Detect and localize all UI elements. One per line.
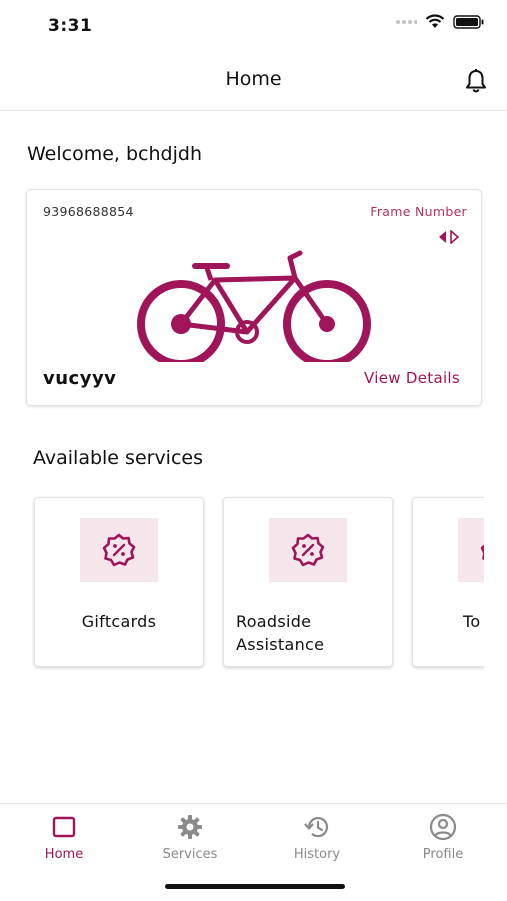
swap-arrows-icon[interactable] bbox=[437, 230, 461, 244]
service-label: Roadside Assistance bbox=[236, 612, 325, 654]
discount-badge-icon bbox=[291, 533, 325, 567]
tab-label: Home bbox=[44, 847, 84, 862]
nav-header: Home bbox=[0, 54, 507, 111]
discount-badge-icon bbox=[480, 544, 484, 560]
service-label: To bbox=[463, 612, 481, 631]
services-section-title: Available services bbox=[33, 447, 203, 469]
tab-label: Services bbox=[162, 847, 218, 862]
user-circle-icon bbox=[429, 813, 457, 841]
status-time: 3:31 bbox=[48, 16, 93, 36]
page-title: Home bbox=[225, 68, 282, 90]
view-details-link[interactable]: View Details bbox=[364, 369, 460, 387]
tab-label: History bbox=[293, 847, 341, 862]
status-icons bbox=[395, 14, 485, 29]
service-icon-box bbox=[269, 518, 347, 582]
tab-services[interactable]: Services bbox=[140, 814, 240, 862]
service-label: Giftcards bbox=[81, 612, 157, 631]
history-icon bbox=[304, 817, 329, 838]
signal-dots-icon bbox=[396, 19, 417, 24]
service-card-partial[interactable]: To bbox=[412, 497, 484, 667]
tab-profile[interactable]: Profile bbox=[393, 813, 493, 862]
bike-serial: 93968688854 bbox=[43, 204, 134, 219]
tab-home[interactable]: Home bbox=[14, 814, 114, 862]
bike-card[interactable]: 93968688854 Frame Number vucyyv View Det… bbox=[26, 189, 482, 406]
bike-name: vucyyv bbox=[43, 368, 117, 389]
bell-icon[interactable] bbox=[465, 68, 487, 94]
gear-icon bbox=[178, 815, 202, 839]
service-icon-box bbox=[458, 518, 484, 582]
services-carousel[interactable]: Giftcards Roadside Assistance To bbox=[0, 494, 484, 674]
frame-number-label: Frame Number bbox=[370, 204, 467, 219]
tab-history[interactable]: History bbox=[267, 814, 367, 862]
wifi-icon bbox=[425, 14, 445, 28]
service-icon-box bbox=[80, 518, 158, 582]
status-bar: 3:31 bbox=[0, 0, 507, 54]
home-indicator bbox=[165, 884, 345, 889]
service-card-roadside-assistance[interactable]: Roadside Assistance bbox=[223, 497, 393, 667]
home-square-icon bbox=[52, 816, 76, 838]
bicycle-icon bbox=[137, 250, 371, 362]
tab-label: Profile bbox=[422, 847, 464, 862]
discount-badge-icon bbox=[102, 533, 136, 567]
battery-icon bbox=[453, 14, 484, 29]
welcome-text: Welcome, bchdjdh bbox=[27, 143, 202, 165]
service-card-giftcards[interactable]: Giftcards bbox=[34, 497, 204, 667]
